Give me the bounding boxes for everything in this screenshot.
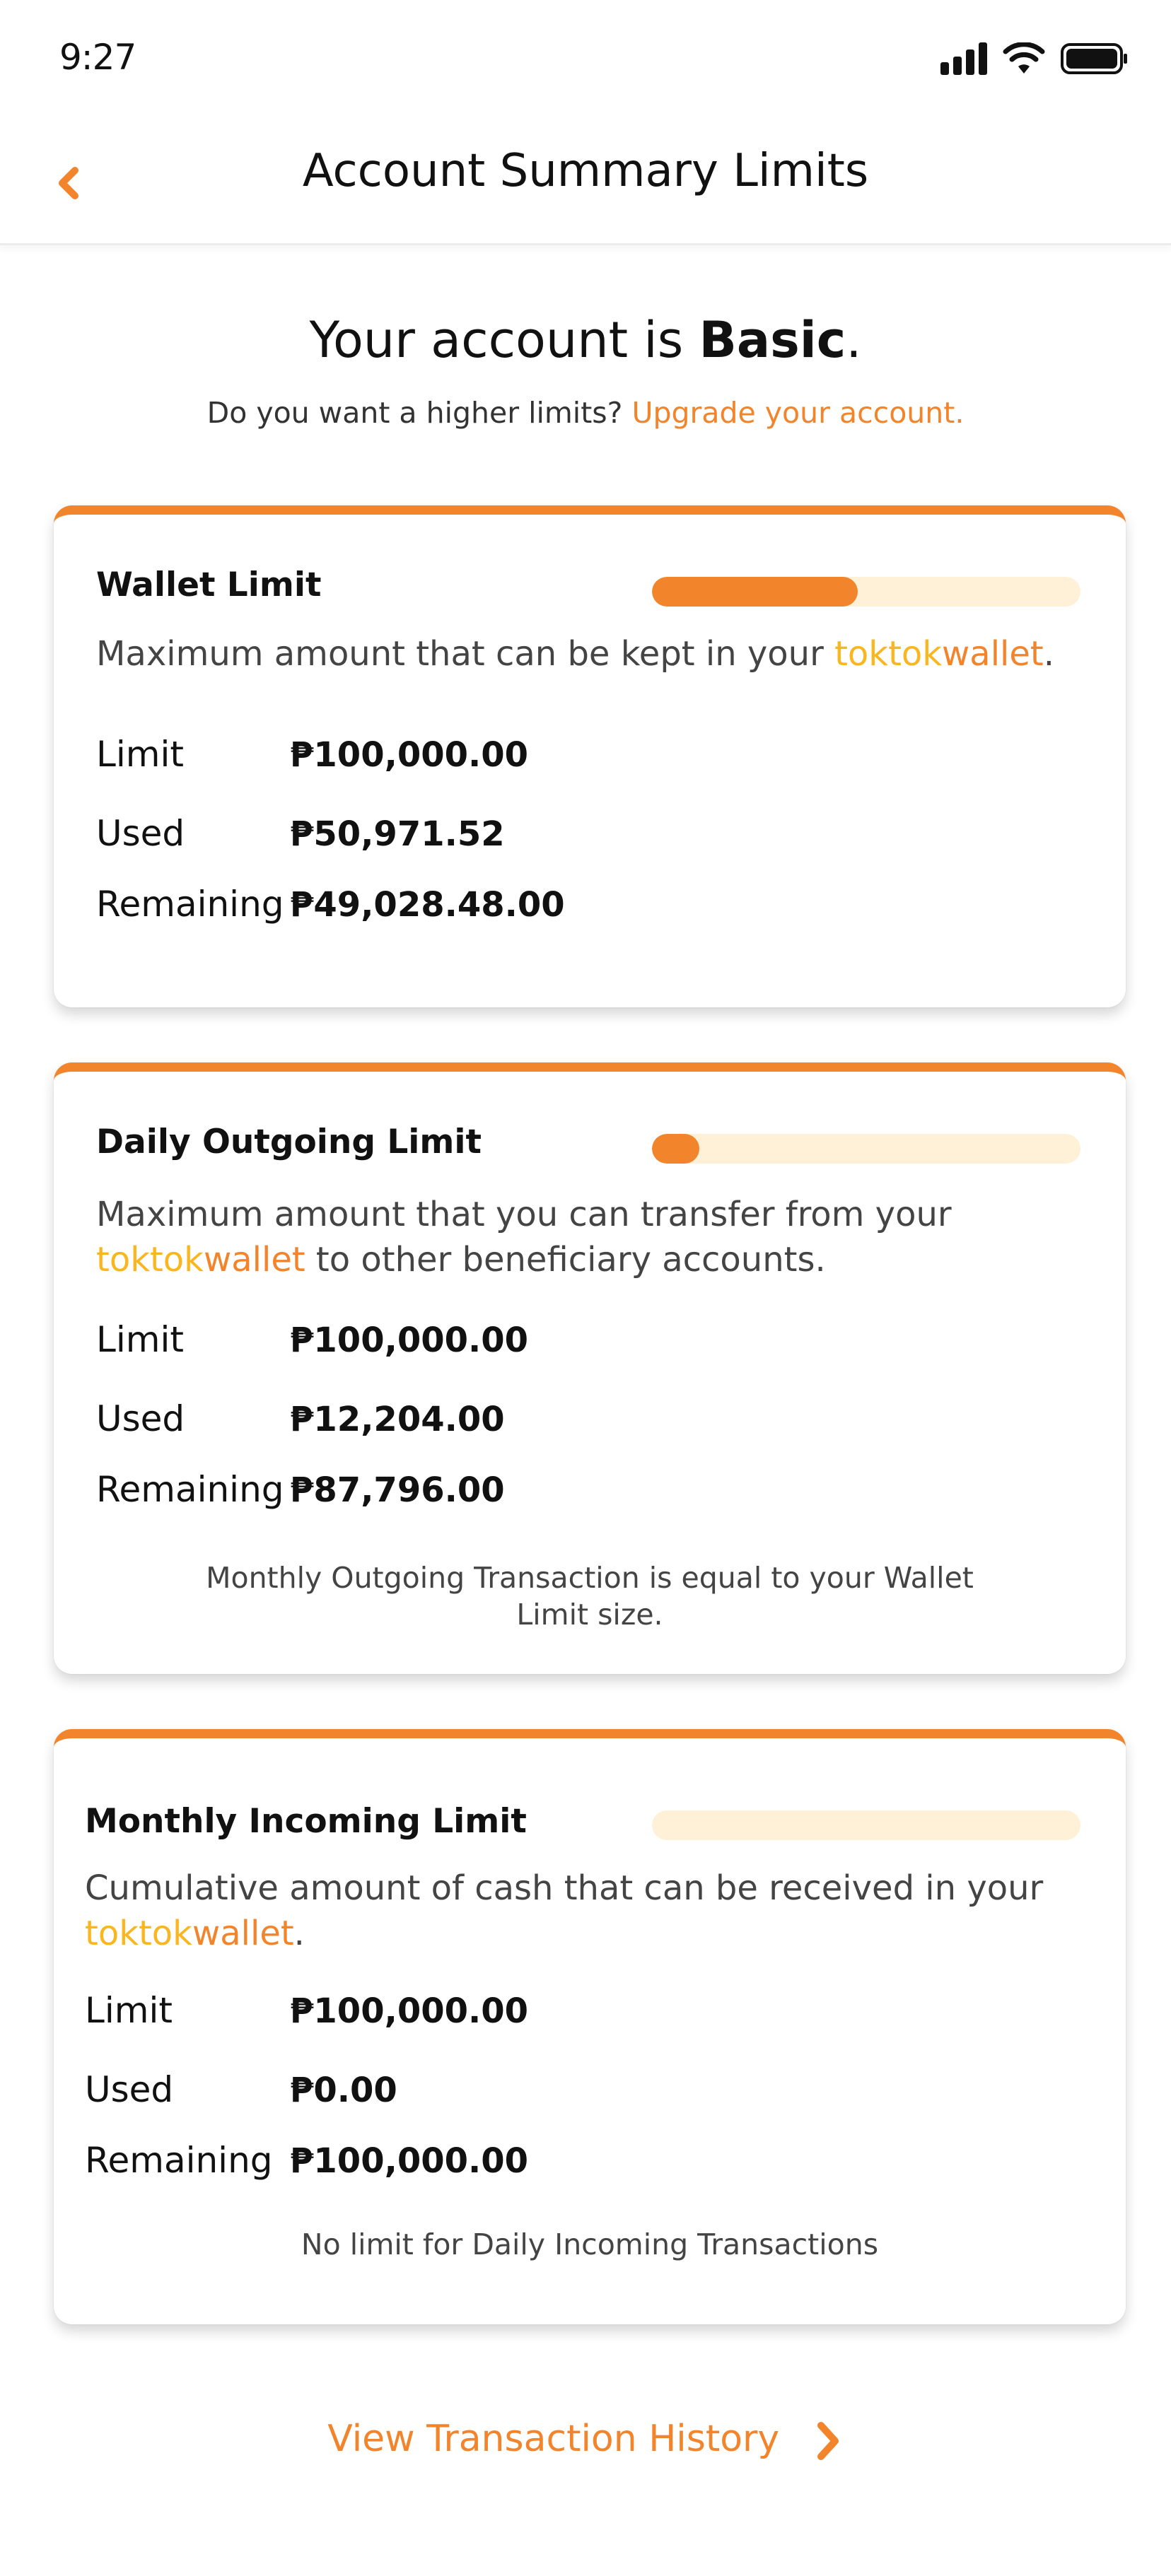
brand-name-part2: wallet bbox=[192, 1914, 294, 1953]
status-icons bbox=[940, 42, 1129, 75]
remaining-label: Remaining bbox=[96, 884, 284, 925]
brand-name-part2: wallet bbox=[942, 634, 1044, 674]
status-bar: 9:27 bbox=[0, 0, 1171, 124]
battery-icon bbox=[1061, 43, 1127, 74]
desc-text: Cumulative amount of cash that can be re… bbox=[85, 1868, 1044, 1908]
limit-label: Limit bbox=[96, 1319, 184, 1360]
account-level-prefix: Your account is bbox=[309, 311, 699, 369]
remaining-label: Remaining bbox=[85, 2140, 273, 2181]
brand-name-part1: toktok bbox=[85, 1914, 192, 1953]
desc-text-end: . bbox=[293, 1914, 305, 1953]
card-title: Wallet Limit bbox=[96, 566, 322, 604]
cellular-signal-icon bbox=[940, 42, 987, 75]
monthly-incoming-limit-card: Monthly Incoming Limit Cumulative amount… bbox=[54, 1729, 1126, 2324]
remaining-value: ₱100,000.00 bbox=[290, 2141, 529, 2181]
card-title: Daily Outgoing Limit bbox=[96, 1123, 482, 1161]
wifi-icon bbox=[1003, 42, 1045, 74]
wallet-limit-card: Wallet Limit Maximum amount that can be … bbox=[54, 505, 1126, 1007]
status-time: 9:27 bbox=[59, 37, 136, 78]
used-label: Used bbox=[85, 2069, 174, 2110]
app-header: Account Summary Limits bbox=[0, 124, 1171, 245]
desc-text: Maximum amount that can be kept in your bbox=[96, 634, 835, 674]
remaining-value: ₱49,028.48.00 bbox=[290, 885, 565, 925]
card-title: Monthly Incoming Limit bbox=[85, 1802, 527, 1841]
limit-value: ₱100,000.00 bbox=[290, 1321, 529, 1360]
remaining-value: ₱87,796.00 bbox=[290, 1470, 505, 1510]
upgrade-prompt: Do you want a higher limits? Upgrade you… bbox=[0, 396, 1171, 430]
remaining-label: Remaining bbox=[96, 1469, 284, 1510]
progress-bar bbox=[652, 1134, 1080, 1164]
page-title: Account Summary Limits bbox=[302, 145, 869, 197]
progress-bar bbox=[652, 577, 1080, 607]
limit-label: Limit bbox=[96, 734, 184, 775]
used-value: ₱12,204.00 bbox=[290, 1400, 505, 1439]
card-note: No limit for Daily Incoming Transactions bbox=[301, 2227, 879, 2261]
desc-text-end: to other beneficiary accounts. bbox=[305, 1240, 826, 1280]
chevron-right-icon bbox=[817, 2422, 839, 2460]
limit-value: ₱100,000.00 bbox=[290, 1991, 529, 2031]
account-level-text: Your account is Basic. bbox=[0, 311, 1171, 369]
history-link-label: View Transaction History bbox=[327, 2418, 780, 2460]
brand-name-part1: toktok bbox=[96, 1240, 204, 1280]
card-note: Monthly Outgoing Transaction is equal to… bbox=[206, 1561, 974, 1632]
account-level-suffix: . bbox=[846, 311, 862, 369]
upgrade-account-link[interactable]: Upgrade your account. bbox=[631, 396, 964, 430]
card-description: Cumulative amount of cash that can be re… bbox=[85, 1866, 1075, 1956]
used-label: Used bbox=[96, 1398, 185, 1439]
limit-value: ₱100,000.00 bbox=[290, 735, 529, 775]
brand-name-part2: wallet bbox=[203, 1240, 305, 1280]
used-label: Used bbox=[96, 813, 185, 854]
card-description: Maximum amount that can be kept in your … bbox=[96, 631, 1086, 677]
account-level-value: Basic bbox=[699, 311, 846, 369]
view-transaction-history-link[interactable]: View Transaction History bbox=[0, 2418, 1171, 2464]
upgrade-prompt-text: Do you want a higher limits? bbox=[206, 396, 632, 430]
card-description: Maximum amount that you can transfer fro… bbox=[96, 1192, 1086, 1282]
daily-outgoing-limit-card: Daily Outgoing Limit Maximum amount that… bbox=[54, 1062, 1126, 1674]
limit-label: Limit bbox=[85, 1990, 173, 2031]
desc-text-end: . bbox=[1043, 634, 1055, 674]
used-value: ₱50,971.52 bbox=[290, 814, 505, 854]
progress-fill bbox=[652, 1134, 699, 1164]
desc-text: Maximum amount that you can transfer fro… bbox=[96, 1195, 952, 1234]
progress-fill bbox=[652, 577, 858, 607]
progress-bar bbox=[652, 1810, 1080, 1840]
brand-name-part1: toktok bbox=[834, 634, 943, 674]
used-value: ₱0.00 bbox=[290, 2071, 397, 2110]
